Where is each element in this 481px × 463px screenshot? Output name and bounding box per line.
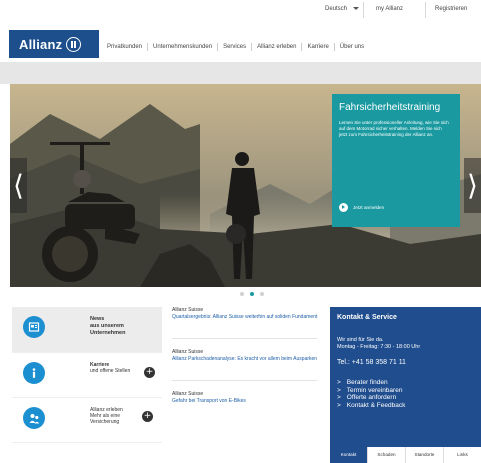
teaser-body: Lernen Sie unter professioneller Anleitu… [339,120,449,137]
feature-news-line2: aus unserem [90,323,124,329]
plus-circle-icon[interactable]: + [144,367,155,378]
register-link[interactable]: Registrieren [435,6,467,12]
tab-standorte[interactable]: Standorte [406,447,444,463]
feature-news-line3: Unternehmen [90,330,126,336]
nav-item-karriere[interactable]: Karriere [302,43,335,51]
info-icon [23,362,45,384]
carousel-dot-active[interactable] [250,292,254,296]
teaser-cta-link[interactable]: Jetzt anmelden [339,203,384,212]
feature-karriere-label: Karriere und offene Stellen [90,362,130,374]
contact-tabs: Kontakt Schaden Standorte Links [330,447,481,463]
carousel-dot[interactable] [260,292,264,296]
tab-schaden[interactable]: Schaden [368,447,406,463]
teaser-title: Fahrsicherheitstraining [339,102,441,113]
feature-erleben-line3: Versicherung [90,419,120,425]
plus-circle-icon[interactable]: + [142,411,153,422]
feature-karriere[interactable]: Karriere und offene Stellen + [12,353,162,398]
contact-link-feedback[interactable]: Kontakt & Feedback [337,402,474,410]
nav-item-services[interactable]: Services [218,43,253,51]
language-select[interactable]: Deutsch [325,6,360,12]
contact-link-berater[interactable]: Berater finden [337,379,474,387]
chevron-down-icon [353,6,360,10]
contact-link-offerte[interactable]: Offerte anfordern [337,394,474,402]
sub-nav-strip [0,62,481,84]
tab-links[interactable]: Links [444,447,481,463]
divider [172,338,317,339]
news-item[interactable]: Allianz Suisse Allianz Parkschadenanalys… [172,349,322,362]
news-item[interactable]: Allianz Suisse Quartalsergebnis: Allianz… [172,307,322,320]
allianz-eagle-icon [66,36,82,52]
contact-box: Kontakt & Service Wir sind für Sie da. M… [330,307,481,463]
utility-bar: Deutsch my Allianz Registrieren [0,0,481,22]
header: Allianz Privatkunden Unternehmenskunden … [0,22,481,62]
carousel-indicator [240,292,264,296]
contact-link-termin[interactable]: Termin vereinbaren [337,387,474,395]
news-item[interactable]: Allianz Suisse Gefahr bei Transport von … [172,391,322,404]
nav-item-unternehmenskunden[interactable]: Unternehmenskunden [148,43,219,51]
nav-item-allianz-erleben[interactable]: Allianz erleben [252,43,303,51]
carousel-next-button[interactable]: ⟩ [464,158,481,213]
play-arrow-icon [339,203,348,212]
carousel-prev-button[interactable]: ⟨ [10,158,27,213]
contact-phone[interactable]: Tel.: +41 58 358 71 11 [337,359,474,366]
news-list: Allianz Suisse Quartalsergebnis: Allianz… [172,307,322,422]
chevron-left-icon: ⟨ [13,169,24,202]
main-nav: Privatkunden Unternehmenskunden Services… [107,43,369,51]
people-icon [23,407,45,429]
tab-kontakt[interactable]: Kontakt [330,447,368,463]
news-title-link[interactable]: Gefahr bei Transport von E-Bikes [172,398,322,405]
language-label: Deutsch [325,6,348,12]
divider [172,380,317,381]
feature-erleben-label: Allianz erleben Mehr als eine Versicheru… [90,407,123,425]
divider [425,2,426,18]
news-title-link[interactable]: Quartalsergebnis: Allianz Suisse weiterh… [172,314,322,321]
divider [363,2,364,18]
newspaper-icon [23,316,45,338]
contact-hours: Montag - Freitag: 7:30 - 18:00 Uhr [337,344,421,350]
nav-item-ueber-uns[interactable]: Über uns [335,43,369,51]
allianz-logo[interactable]: Allianz [9,30,99,58]
my-allianz-link[interactable]: my Allianz [376,6,403,12]
feature-karriere-line2: und offene Stellen [90,368,131,374]
hero-carousel: ⟨ ⟩ Fahrsicherheitstraining Lernen Sie u… [10,84,481,287]
teaser-cta-label: Jetzt anmelden [353,205,385,210]
feature-allianz-erleben[interactable]: Allianz erleben Mehr als eine Versicheru… [12,398,162,443]
carousel-dot[interactable] [240,292,244,296]
contact-title: Kontakt & Service [337,314,397,321]
nav-item-privatkunden[interactable]: Privatkunden [107,43,149,51]
chevron-right-icon: ⟩ [467,169,478,202]
contact-availability: Wir sind für Sie da. [337,337,384,343]
feature-list: News aus unserem Unternehmen Karriere un… [12,307,162,443]
logo-text: Allianz [19,36,63,52]
feature-news-label: News aus unserem Unternehmen [90,316,125,337]
feature-news-line1: News [90,316,105,322]
contact-links: Berater finden Termin vereinbaren Offert… [337,379,474,409]
hero-teaser: Fahrsicherheitstraining Lernen Sie unter… [332,94,460,227]
feature-news[interactable]: News aus unserem Unternehmen [12,307,162,353]
news-title-link[interactable]: Allianz Parkschadenanalyse: Es kracht vo… [172,356,322,363]
